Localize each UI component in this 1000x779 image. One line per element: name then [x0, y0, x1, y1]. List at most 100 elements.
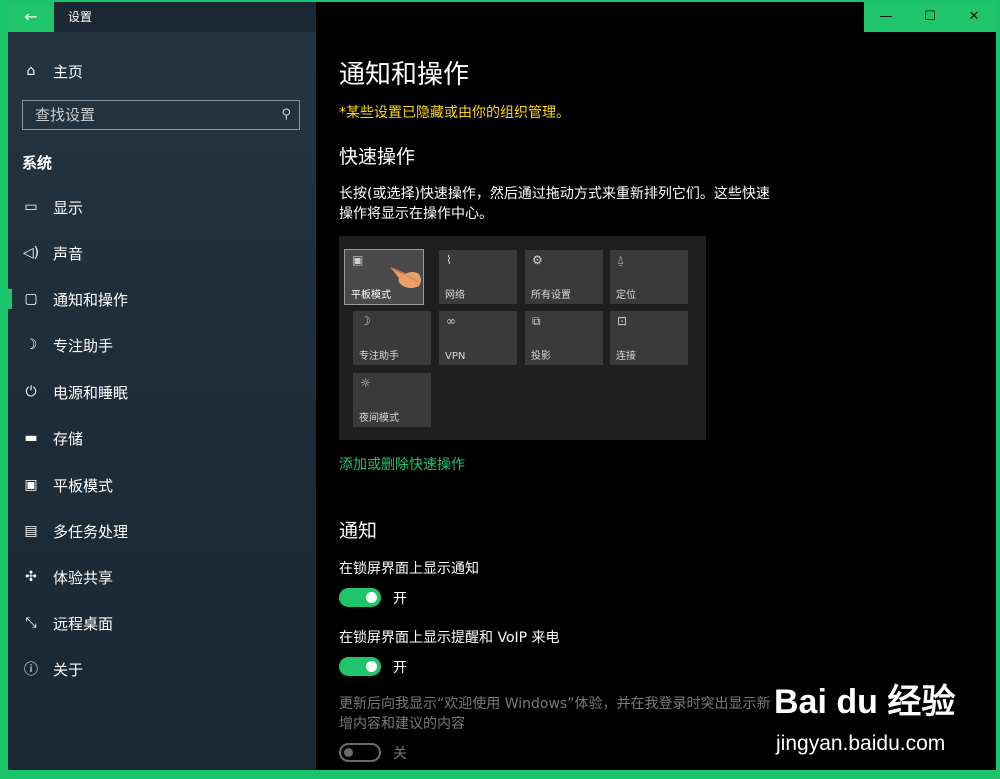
notifications-heading: 通知: [339, 520, 378, 542]
sidebar-item-label: 声音: [53, 244, 84, 263]
search-placeholder: 查找设置: [35, 106, 96, 124]
tablet-icon: ▣: [24, 477, 38, 493]
power-icon: ⏻: [25, 384, 37, 400]
tile-label: 平板模式: [351, 290, 391, 301]
moon-icon: ☽: [24, 337, 38, 353]
back-button[interactable]: ←: [8, 2, 54, 32]
notification-icon: ▢: [24, 291, 38, 307]
quick-action-project[interactable]: ⧉ 投影: [525, 311, 603, 365]
sidebar-item-about[interactable]: ⓘ 关于: [8, 652, 316, 686]
sidebar: ⌂ 主页 查找设置 ⚲ 系统 ▭ 显示 ◁) 声音 ▢ 通知和操作 ☽ 专注助手…: [8, 32, 316, 770]
tile-label: 定位: [616, 290, 636, 301]
quick-actions-heading: 快速操作: [339, 146, 416, 168]
setting-label-lockscreen-reminders: 在锁屏界面上显示提醒和 VoIP 来电: [339, 630, 560, 646]
toggle-lockscreen-reminders[interactable]: [339, 657, 381, 676]
connect-icon: ⊡: [617, 314, 628, 328]
quick-action-connect[interactable]: ⊡ 连接: [610, 311, 688, 365]
gear-icon: ⚙: [532, 253, 543, 267]
sidebar-item-label: 存储: [53, 429, 84, 448]
setting-label-lockscreen-notifications: 在锁屏界面上显示通知: [339, 561, 479, 577]
tile-label: VPN: [445, 351, 466, 362]
tile-label: 夜间模式: [359, 413, 399, 424]
project-icon: ⧉: [532, 314, 541, 328]
toggle-lockscreen-notifications[interactable]: [339, 588, 381, 607]
sidebar-item-shared-experiences[interactable]: ✣ 体验共享: [8, 560, 316, 594]
sidebar-item-label: 多任务处理: [53, 522, 129, 541]
quick-actions-description: 长按(或选择)快速操作，然后通过拖动方式来重新排列它们。这些快速操作将显示在操作…: [339, 186, 770, 222]
home-icon: ⌂: [26, 63, 36, 79]
location-icon: ⍙: [617, 253, 625, 267]
watermark-logo: Bai du 经验: [774, 683, 956, 721]
quick-action-location[interactable]: ⍙ 定位: [610, 250, 688, 304]
sidebar-item-label: 显示: [53, 198, 84, 217]
add-remove-quick-actions-link[interactable]: 添加或删除快速操作: [339, 454, 465, 474]
toggle-state-label: 关: [393, 746, 407, 762]
tile-label: 投影: [531, 351, 551, 362]
toggle-knob: [366, 661, 377, 672]
sidebar-item-tablet-mode[interactable]: ▣ 平板模式: [8, 468, 316, 502]
sidebar-item-display[interactable]: ▭ 显示: [8, 190, 316, 224]
sidebar-item-power[interactable]: ⏻ 电源和睡眠: [8, 375, 316, 409]
tablet-icon: ▣: [352, 253, 364, 267]
minimize-button[interactable]: —: [864, 2, 908, 32]
toggle-knob: [344, 748, 353, 757]
remote-icon: ⤡: [25, 615, 37, 631]
sidebar-item-label: 主页: [53, 62, 84, 81]
quick-action-tablet-mode[interactable]: ▣ 平板模式: [344, 249, 424, 305]
sidebar-item-label: 通知和操作: [53, 290, 129, 309]
quick-action-focus-assist[interactable]: ☽ 专注助手: [353, 311, 431, 365]
sidebar-item-label: 专注助手: [53, 336, 114, 355]
moon-icon: ☽: [360, 314, 371, 328]
multitask-icon: ▤: [24, 523, 38, 539]
title-bar: ← 设置 — ☐ ✕: [8, 2, 996, 32]
watermark-url: jingyan.baidu.com: [776, 732, 946, 755]
share-icon: ✣: [25, 569, 37, 585]
sidebar-item-label: 关于: [53, 660, 84, 679]
speaker-icon: ◁): [22, 245, 40, 261]
vpn-icon: ∞: [446, 314, 456, 328]
pointing-hand-icon: [390, 267, 421, 288]
tile-label: 连接: [616, 351, 636, 362]
brightness-icon: ☼: [360, 376, 371, 390]
sidebar-item-home[interactable]: ⌂ 主页: [8, 54, 316, 88]
page-title: 通知和操作: [339, 60, 470, 90]
sidebar-item-label: 体验共享: [53, 568, 114, 587]
toggle-knob: [366, 592, 377, 603]
window-controls: — ☐ ✕: [864, 2, 996, 32]
quick-actions-panel: ▣ 平板模式 ⌇ 网络 ⚙ 所有设置 ⍙ 定位 ☽ 专注助手 ∞ VPN ⧉ 投…: [339, 236, 706, 440]
title-bar-left: ← 设置: [8, 2, 316, 32]
policy-warning: *某些设置已隐藏或由你的组织管理。: [339, 105, 570, 121]
tile-label: 专注助手: [359, 351, 399, 362]
active-indicator: [8, 289, 12, 309]
search-input[interactable]: 查找设置 ⚲: [22, 100, 300, 130]
info-icon: ⓘ: [24, 662, 38, 678]
toggle-state-label: 开: [393, 591, 407, 607]
display-icon: ▭: [24, 199, 38, 215]
main-content: 通知和操作 *某些设置已隐藏或由你的组织管理。 快速操作 长按(或选择)快速操作…: [316, 32, 996, 770]
quick-action-vpn[interactable]: ∞ VPN: [439, 311, 517, 365]
section-heading: 系统: [22, 154, 53, 172]
toggle-welcome-experience[interactable]: [339, 743, 381, 762]
quick-action-all-settings[interactable]: ⚙ 所有设置: [525, 250, 603, 304]
sidebar-item-remote-desktop[interactable]: ⤡ 远程桌面: [8, 606, 316, 640]
baidu-jingyan-watermark: Bai du 经验 jingyan.baidu.com: [774, 674, 964, 764]
storage-icon: ▬: [24, 430, 38, 446]
network-icon: ⌇: [446, 253, 452, 267]
tile-label: 所有设置: [531, 290, 571, 301]
sidebar-item-focus-assist[interactable]: ☽ 专注助手: [8, 328, 316, 362]
maximize-button[interactable]: ☐: [908, 2, 952, 32]
sidebar-item-label: 电源和睡眠: [53, 383, 129, 402]
quick-action-network[interactable]: ⌇ 网络: [439, 250, 517, 304]
toggle-state-label: 开: [393, 660, 407, 676]
close-button[interactable]: ✕: [952, 2, 996, 32]
sidebar-item-notifications[interactable]: ▢ 通知和操作: [8, 282, 316, 316]
sidebar-item-label: 平板模式: [53, 476, 114, 495]
quick-action-night-light[interactable]: ☼ 夜间模式: [353, 373, 431, 427]
back-arrow-icon: ←: [24, 7, 38, 26]
search-icon: ⚲: [281, 107, 291, 122]
sidebar-item-storage[interactable]: ▬ 存储: [8, 421, 316, 455]
sidebar-item-multitasking[interactable]: ▤ 多任务处理: [8, 514, 316, 548]
setting-label-welcome-experience: 更新后向我显示“欢迎使用 Windows”体验，并在我登录时突出显示新增内容和建…: [339, 696, 771, 732]
tile-label: 网络: [445, 290, 465, 301]
sidebar-item-sound[interactable]: ◁) 声音: [8, 236, 316, 270]
